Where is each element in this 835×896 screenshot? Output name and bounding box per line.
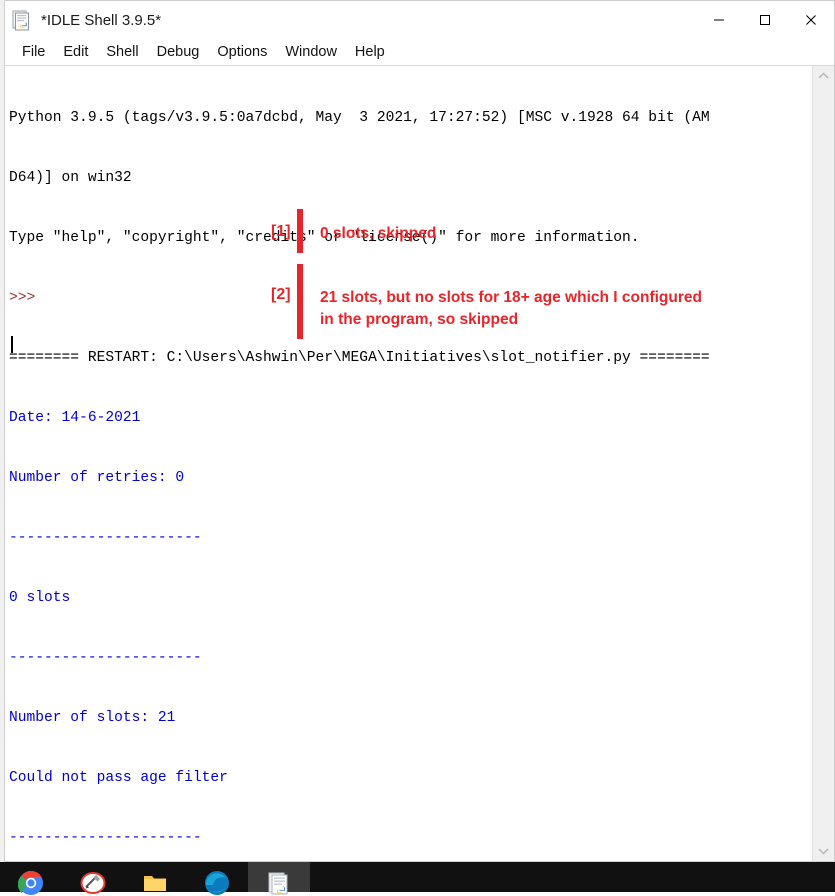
close-button[interactable]: [788, 1, 834, 39]
taskbar-item-chrome[interactable]: [0, 862, 62, 895]
edge-icon: [205, 871, 229, 895]
shell-line: Python 3.9.5 (tags/v3.9.5:0a7dcbd, May 3…: [9, 110, 710, 126]
taskbar-item-idle-window[interactable]: [248, 862, 310, 895]
window-title: *IDLE Shell 3.9.5*: [41, 11, 162, 29]
shell-prompt: >>>: [9, 290, 36, 306]
maximize-icon: [760, 15, 770, 25]
taskbar-item-paint[interactable]: [62, 862, 124, 894]
shell-line: Number of slots: 21: [9, 710, 176, 726]
shell-line: ----------------------: [9, 530, 202, 546]
shell-line: ----------------------: [9, 650, 202, 666]
window-controls: [696, 1, 834, 39]
menu-item-edit[interactable]: Edit: [54, 42, 97, 63]
paint-icon: [80, 872, 106, 894]
file-explorer-icon: [144, 876, 166, 891]
menu-item-shell[interactable]: Shell: [97, 42, 147, 63]
shell-line: 0 slots: [9, 590, 71, 606]
menu-item-debug[interactable]: Debug: [148, 42, 209, 63]
minimize-button[interactable]: [696, 1, 742, 39]
maximize-button[interactable]: [742, 1, 788, 39]
idle-shell-window: *IDLE Shell 3.9.5* File Edit Shell Debug…: [4, 0, 835, 862]
chevron-down-icon[interactable]: [813, 841, 834, 861]
menu-item-options[interactable]: Options: [208, 42, 276, 63]
menu-item-help[interactable]: Help: [346, 42, 394, 63]
menu-item-window[interactable]: Window: [276, 42, 346, 63]
shell-line: Type "help", "copyright", "credits" or "…: [9, 230, 640, 246]
shell-line: Date: 14-6-2021: [9, 410, 141, 426]
shell-line: Could not pass age filter: [9, 770, 228, 786]
vertical-scrollbar[interactable]: [812, 66, 834, 861]
taskbar: [0, 862, 835, 895]
shell-line: D64)] on win32: [9, 170, 132, 186]
minimize-icon: [714, 19, 724, 21]
close-icon: [806, 15, 816, 25]
shell-restart-line: ======== RESTART: C:\Users\Ashwin\Per\ME…: [9, 350, 710, 366]
shell-line: ----------------------: [9, 830, 202, 846]
chrome-icon: [18, 870, 43, 895]
taskbar-item-file-explorer[interactable]: [124, 862, 186, 892]
text-caret: [11, 336, 13, 353]
chevron-up-icon[interactable]: [813, 66, 834, 86]
shell-area: Python 3.9.5 (tags/v3.9.5:0a7dcbd, May 3…: [5, 66, 834, 861]
shell-output-text[interactable]: Python 3.9.5 (tags/v3.9.5:0a7dcbd, May 3…: [5, 66, 812, 861]
idle-window-icon: [268, 872, 288, 895]
shell-line: Number of retries: 0: [9, 470, 185, 486]
menu-item-file[interactable]: File: [13, 42, 54, 63]
idle-python-document-icon: [11, 9, 33, 31]
menu-bar: File Edit Shell Debug Options Window Hel…: [5, 40, 834, 66]
taskbar-item-edge[interactable]: [186, 862, 248, 895]
title-bar[interactable]: *IDLE Shell 3.9.5*: [5, 1, 834, 40]
